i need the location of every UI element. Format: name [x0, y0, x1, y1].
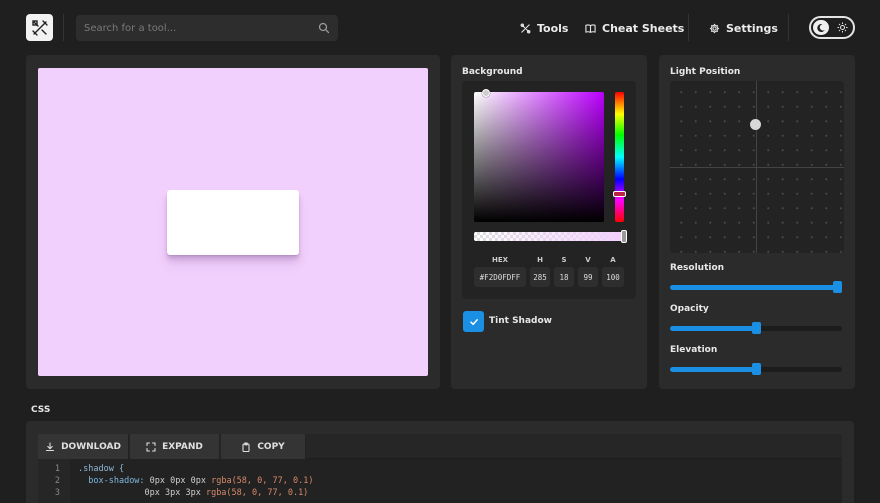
light-position-title: Light Position [670, 67, 741, 77]
nav-divider [688, 14, 689, 41]
a-label: A [610, 256, 616, 264]
preview-panel [26, 55, 440, 389]
nav-tools[interactable]: Tools [520, 19, 568, 37]
line-number: 3 [54, 488, 60, 498]
elevation-fill [670, 367, 756, 372]
sun-icon [837, 22, 848, 33]
resolution-slider[interactable] [670, 281, 842, 293]
v-field[interactable]: 99 [578, 267, 598, 287]
opacity-fill [670, 326, 756, 331]
moon-icon [817, 23, 825, 32]
code-line-2: box-shadow: 0px 0px 0px rgba(58, 0, 77, … [78, 476, 313, 486]
nav-cheat-sheets-label: Cheat Sheets [602, 21, 685, 35]
color-picker: HEX H S V A #F2D0FDFF 285 18 99 100 [462, 81, 636, 299]
shadow-preview-card [167, 190, 299, 255]
saturation-value-handle[interactable] [482, 89, 490, 97]
nav-cheat-sheets[interactable]: Cheat Sheets [585, 19, 684, 37]
light-position-pad[interactable] [670, 81, 844, 253]
alpha-slider[interactable] [474, 232, 624, 241]
theme-toggle-knob [813, 20, 829, 35]
logo-icon [31, 19, 48, 36]
copy-label: COPY [257, 441, 285, 452]
book-icon [585, 23, 596, 33]
nav-settings[interactable]: Settings [709, 19, 778, 37]
code-line-3: 0px 3px 3px rgba(58, 0, 77, 0.1) [78, 488, 309, 498]
expand-icon [146, 441, 156, 452]
v-label: V [585, 256, 591, 264]
pad-horizontal-axis [670, 167, 844, 168]
background-title: Background [462, 67, 523, 77]
download-label: DOWNLOAD [61, 441, 121, 452]
gear-icon [709, 23, 720, 33]
copy-icon [242, 441, 250, 452]
download-icon [46, 441, 55, 451]
code-rgba: rgba(58, 0, 77, 0.1) [205, 488, 309, 498]
code-line-1: .shadow { [78, 464, 124, 474]
saturation-value-area[interactable] [474, 92, 604, 222]
nav-tools-label: Tools [537, 21, 569, 35]
tint-shadow-label: Tint Shadow [489, 316, 552, 326]
header-divider [63, 14, 64, 41]
hex-field[interactable]: #F2D0FDFF [474, 267, 526, 287]
download-button[interactable]: DOWNLOAD [38, 434, 129, 459]
code-selector: .shadow { [78, 464, 125, 474]
theme-toggle[interactable] [809, 16, 855, 39]
s-field[interactable]: 18 [554, 267, 574, 287]
hue-handle[interactable] [613, 191, 626, 197]
code-values: 0px 3px 3px [144, 488, 201, 498]
search-input[interactable] [76, 15, 316, 41]
opacity-label: Opacity [670, 304, 709, 314]
preview-canvas [38, 68, 428, 376]
nav-settings-label: Settings [726, 21, 778, 35]
expand-button[interactable]: EXPAND [130, 434, 220, 459]
line-gutter: 1 2 3 [38, 459, 70, 503]
check-icon [469, 318, 478, 325]
code-property: box-shadow: [88, 476, 145, 486]
tools-icon [520, 23, 531, 33]
expand-label: EXPAND [162, 441, 203, 452]
code-editor[interactable]: 1 2 3 .shadow { box-shadow: 0px 0px 0px … [38, 459, 842, 503]
code-values: 0px 0px 0px [149, 476, 206, 486]
tint-shadow-checkbox[interactable] [463, 311, 484, 332]
search-box[interactable] [76, 15, 338, 41]
background-panel: Background HEX H S V A #F2D0FDFF 285 18 … [451, 55, 647, 389]
hue-slider[interactable] [615, 92, 624, 222]
opacity-slider[interactable] [670, 322, 842, 334]
code-toolbar: DOWNLOAD EXPAND COPY [38, 434, 842, 459]
elevation-thumb[interactable] [751, 363, 761, 375]
css-code-panel: DOWNLOAD EXPAND COPY 1 2 3 .shadow {box… [26, 421, 854, 503]
opacity-thumb[interactable] [751, 322, 761, 334]
h-label: H [537, 256, 543, 264]
hex-label: HEX [491, 256, 509, 264]
search-icon[interactable] [318, 22, 330, 34]
a-field[interactable]: 100 [602, 267, 624, 287]
copy-button[interactable]: COPY [221, 434, 306, 459]
elevation-label: Elevation [670, 345, 718, 355]
css-heading: CSS [31, 405, 51, 415]
code-rgba: rgba(58, 0, 77, 0.1) [211, 476, 314, 486]
light-panel: Light Position Resolution Opacity Elevat… [659, 55, 855, 389]
app-logo[interactable] [26, 14, 53, 41]
nav-divider-2 [788, 14, 789, 41]
elevation-slider[interactable] [670, 363, 842, 375]
s-label: S [561, 256, 567, 264]
line-number: 2 [54, 476, 60, 486]
line-number: 1 [54, 464, 60, 474]
alpha-handle[interactable] [621, 230, 627, 243]
resolution-thumb[interactable] [833, 281, 842, 293]
h-field[interactable]: 285 [530, 267, 550, 287]
resolution-fill [670, 285, 842, 290]
light-position-handle[interactable] [750, 119, 761, 130]
resolution-label: Resolution [670, 263, 725, 273]
